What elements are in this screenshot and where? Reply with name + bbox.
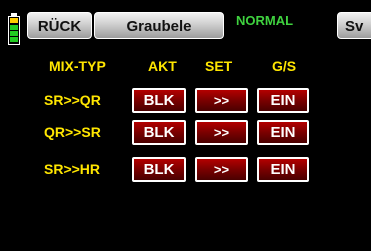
sv-button[interactable]: Sv: [337, 12, 371, 39]
mix-row-label: SR>>QR: [44, 92, 101, 108]
akt-button[interactable]: BLK: [132, 157, 186, 182]
column-header-gs: G/S: [272, 58, 297, 74]
column-header-mix-type: MIX-TYP: [49, 58, 106, 74]
akt-button[interactable]: BLK: [132, 120, 186, 145]
gs-button[interactable]: EIN: [257, 157, 309, 182]
set-button[interactable]: >>: [195, 120, 248, 145]
gs-button[interactable]: EIN: [257, 88, 309, 113]
akt-button[interactable]: BLK: [132, 88, 186, 113]
battery-icon: [8, 13, 20, 45]
set-button[interactable]: >>: [195, 88, 248, 113]
gs-button[interactable]: EIN: [257, 120, 309, 145]
mode-label: NORMAL: [236, 13, 294, 28]
model-name-button[interactable]: Graubele: [94, 12, 224, 39]
set-button[interactable]: >>: [195, 157, 248, 182]
column-header-akt: AKT: [148, 58, 177, 74]
mix-row-label: QR>>SR: [44, 124, 101, 140]
mix-row-label: SR>>HR: [44, 161, 101, 177]
back-button[interactable]: RÜCK: [27, 12, 92, 39]
column-header-set: SET: [205, 58, 233, 74]
